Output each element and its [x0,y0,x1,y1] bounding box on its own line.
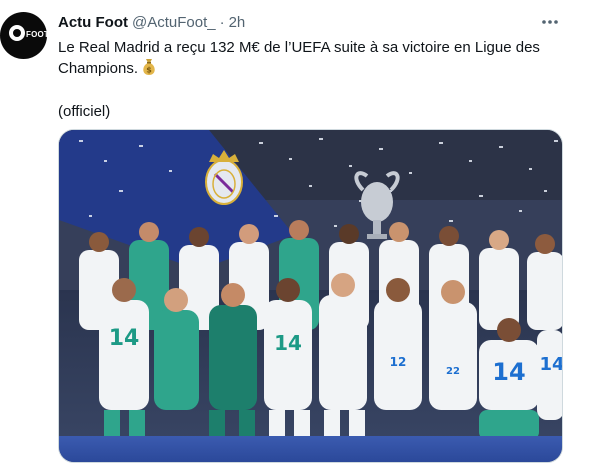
author-handle[interactable]: @ActuFoot_ [132,14,216,31]
tweet-text-line: Le Real Madrid a reçu 132 M€ de l’UEFA s… [58,38,578,82]
more-options-icon[interactable] [540,12,560,32]
svg-text:$: $ [146,66,152,75]
separator-dot: · [219,13,225,31]
jersey-number: 22 [446,366,460,377]
tweet-text: Le Real Madrid a reçu 132 M€ de l’UEFA s… [58,38,578,122]
actu-foot-logo-icon [9,25,25,41]
avatar[interactable]: FOOT [0,12,47,59]
jersey-number: 12 [390,355,407,369]
stage-floor [59,436,562,462]
author-name[interactable]: Actu Foot [58,14,128,31]
jersey-number: 14 [539,354,563,375]
tweet-timestamp[interactable]: 2h [229,14,246,31]
tweet-header: Actu Foot @ActuFoot_ · 2h [58,12,245,32]
real-madrid-crest-icon [205,150,243,205]
jersey-number: 14 [492,358,525,386]
jersey-number: 14 [109,326,140,351]
avatar-logo-text: FOOT [26,30,47,39]
money-bag-icon: $ [141,58,157,82]
team-celebration-photo: 14 14 14 14 12 22 [59,130,563,462]
tweet-text-official: (officiel) [58,103,111,120]
tweet[interactable]: FOOT Actu Foot @ActuFoot_ · 2h Le Real M… [0,0,594,469]
jersey-number: 14 [274,331,302,355]
tweet-photo[interactable]: 14 14 14 14 12 22 [58,129,563,463]
